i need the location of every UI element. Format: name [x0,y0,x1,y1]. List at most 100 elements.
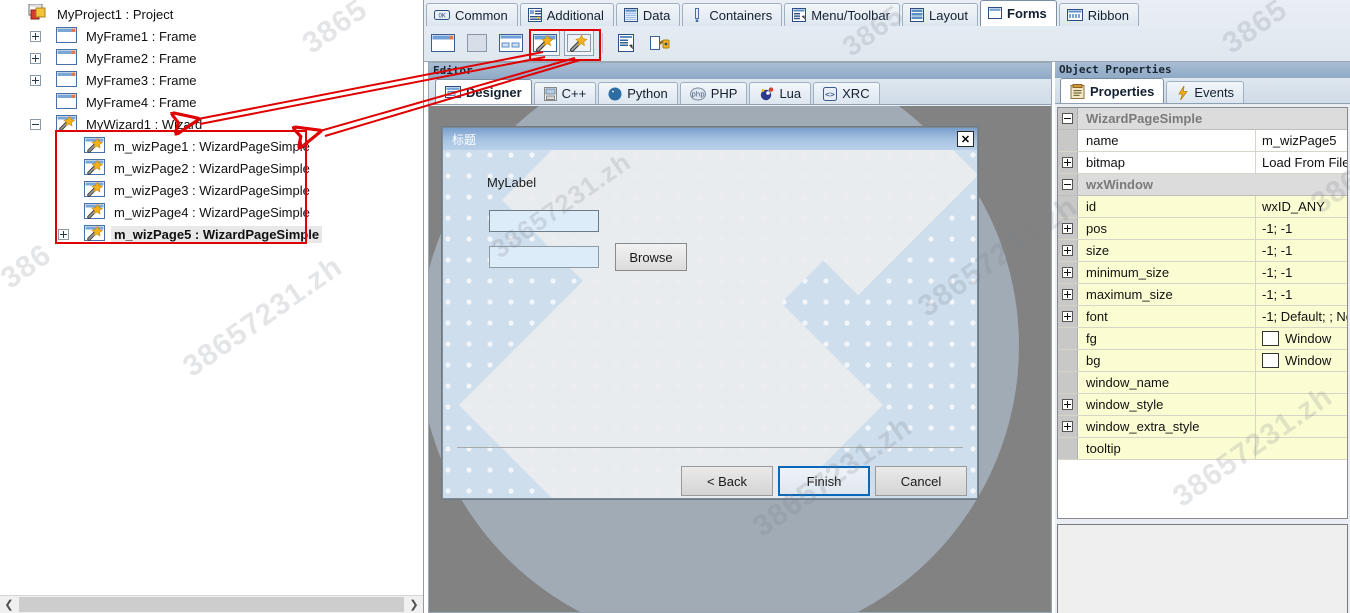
text-field-2[interactable] [489,246,599,268]
expand-icon[interactable] [1062,245,1073,256]
property-row[interactable]: font -1; Default; ; Normal [1058,306,1347,328]
editor-tab-php[interactable]: php PHP [679,82,748,104]
palette-tab-data[interactable]: Data [615,3,681,26]
property-row[interactable]: size -1; -1 [1058,240,1347,262]
scroll-right-arrow[interactable]: ❯ [405,596,423,613]
tree-node[interactable]: MyFrame2 : Frame [0,47,423,69]
property-value-cell[interactable]: -1; Default; ; Normal [1256,306,1347,327]
property-value-cell[interactable]: m_wizPage5 [1256,130,1347,151]
color-swatch[interactable] [1262,353,1279,368]
expand-icon[interactable] [1062,223,1073,234]
collapse-icon[interactable] [1062,113,1073,124]
property-value-cell[interactable] [1256,394,1347,415]
property-row[interactable]: window_name [1058,372,1347,394]
editor-tab-designer[interactable]: Designer [435,79,532,104]
tree-node[interactable]: MyFrame4 : Frame [0,91,423,113]
property-row[interactable]: bitmap Load From File; [1058,152,1347,174]
toolbar-popup-tool[interactable] [645,30,675,56]
property-row[interactable]: maximum_size -1; -1 [1058,284,1347,306]
property-row[interactable]: window_style [1058,394,1347,416]
property-category-row[interactable]: wxWindow [1058,174,1347,196]
expand-icon[interactable] [30,52,41,64]
property-row[interactable]: fg Window [1058,328,1347,350]
expand-icon[interactable] [1062,289,1073,300]
property-row[interactable]: name m_wizPage5 [1058,130,1347,152]
tree-node[interactable]: MyFrame3 : Frame [0,69,423,91]
property-value-cell[interactable]: Load From File; [1256,152,1347,173]
expand-icon[interactable] [1062,267,1073,278]
editor-tab-c-[interactable]: C++ [533,82,597,104]
editor-tab-python[interactable]: Python [598,82,678,104]
expand-icon[interactable] [30,30,41,42]
browse-button[interactable]: Browse [615,243,687,271]
editor-tab-bar[interactable]: Designer C++ Python php PHP Lua <> XRC [429,79,1051,105]
color-swatch[interactable] [1262,331,1279,346]
expand-icon[interactable] [58,228,69,240]
scroll-left-arrow[interactable]: ❮ [0,596,18,613]
property-value-cell[interactable] [1256,438,1347,459]
collapse-icon[interactable] [30,118,41,130]
tree-node[interactable]: m_wizPage3 : WizardPageSimple [0,179,423,201]
object-tree[interactable]: MyProject1 : Project MyFrame1 : Frame MyFr… [0,0,423,592]
palette-tab-additional[interactable]: Additional [519,3,614,26]
wizard-preview-dialog[interactable]: 标题 ✕ MyLabel Browse < Back Finish Cancel [442,127,978,499]
property-value-cell[interactable]: -1; -1 [1256,262,1347,283]
property-grid[interactable]: WizardPageSimple name m_wizPage5 bitmap Load… [1057,107,1348,519]
property-value-cell[interactable]: wxID_ANY [1256,196,1347,217]
close-icon[interactable]: ✕ [957,131,974,147]
palette-tab-layout[interactable]: Layout [901,3,979,26]
tree-horizontal-scrollbar[interactable]: ❮ ❯ [0,595,423,613]
property-row[interactable]: pos -1; -1 [1058,218,1347,240]
designer-canvas[interactable]: 标题 ✕ MyLabel Browse < Back Finish Cancel [429,106,1051,612]
editor-tab-lua[interactable]: Lua [749,82,812,104]
property-row[interactable]: id wxID_ANY [1058,196,1347,218]
palette-tab-ribbon[interactable]: Ribbon [1058,3,1139,26]
expand-icon[interactable] [1062,157,1073,168]
expand-icon[interactable] [1062,421,1073,432]
tree-node[interactable]: m_wizPage4 : WizardPageSimple [0,201,423,223]
editor-tab-xrc[interactable]: <> XRC [813,82,880,104]
property-row[interactable]: window_extra_style [1058,416,1347,438]
palette-tab-forms[interactable]: Forms [980,0,1057,26]
palette-tab-bar[interactable]: OK Common Additional Data Containers Menu/Too… [426,0,1141,26]
expand-icon[interactable] [1062,399,1073,410]
scroll-thumb[interactable] [19,597,404,612]
properties-tab-properties[interactable]: Properties [1060,78,1165,103]
property-row[interactable]: minimum_size -1; -1 [1058,262,1347,284]
tree-node[interactable]: m_wizPage2 : WizardPageSimple [0,157,423,179]
text-field-1[interactable] [489,210,599,232]
tree-node[interactable]: m_wizPage5 : WizardPageSimple [0,223,423,245]
toolbar-panel-tool[interactable] [462,30,492,56]
palette-tab-menu-toolbar[interactable]: Menu/Toolbar [784,3,900,26]
property-value-cell[interactable]: -1; -1 [1256,218,1347,239]
property-value-cell[interactable]: Window [1256,350,1347,371]
properties-tab-bar[interactable]: Properties Events [1055,78,1350,104]
property-value-cell[interactable]: -1; -1 [1256,240,1347,261]
property-row[interactable]: bg Window [1058,350,1347,372]
toolbar-property-sheet-tool[interactable] [611,30,641,56]
property-row[interactable]: tooltip [1058,438,1347,460]
collapse-icon[interactable] [1062,179,1073,190]
cancel-button[interactable]: Cancel [875,466,967,496]
property-value-cell[interactable]: -1; -1 [1256,284,1347,305]
property-value-cell[interactable]: Window [1256,328,1347,349]
toolbar-dialog-tool[interactable] [496,30,526,56]
expand-icon[interactable] [1062,311,1073,322]
tree-node[interactable]: MyFrame1 : Frame [0,25,423,47]
palette-tab-containers[interactable]: Containers [682,3,783,26]
properties-tab-events[interactable]: Events [1166,81,1245,103]
toolbar-wizard-tool[interactable] [530,30,560,56]
expand-icon[interactable] [30,74,41,86]
palette-tab-common[interactable]: OK Common [426,3,518,26]
tree-node[interactable]: m_wizPage1 : WizardPageSimple [0,135,423,157]
property-category-row[interactable]: WizardPageSimple [1058,108,1347,130]
back-button[interactable]: < Back [681,466,773,496]
toolbar-wizard-page-tool[interactable] [564,30,594,56]
palette-toolbar[interactable] [428,28,675,58]
tree-node[interactable]: MyWizard1 : Wizard [0,113,423,135]
tree-node[interactable]: MyProject1 : Project [0,3,423,25]
property-value-cell[interactable] [1256,372,1347,393]
finish-button[interactable]: Finish [778,466,870,496]
toolbar-frame-tool[interactable] [428,30,458,56]
property-value-cell[interactable] [1256,416,1347,437]
